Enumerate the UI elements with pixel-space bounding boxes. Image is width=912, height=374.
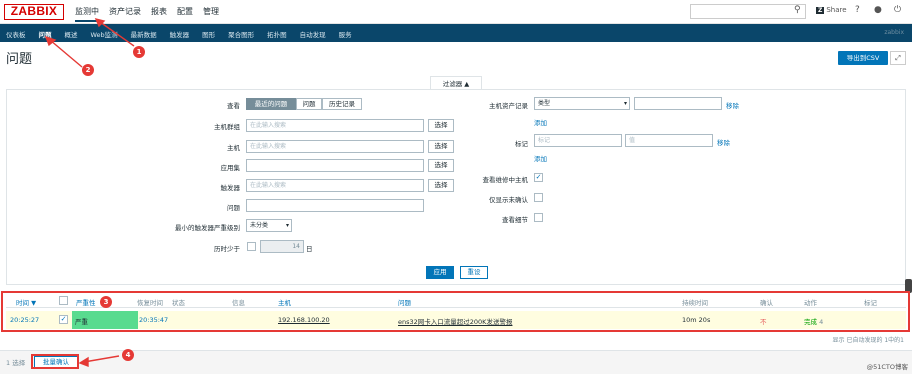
share-link[interactable]: Z Share [816,6,847,14]
submenu-triggers[interactable]: 触发器 [170,29,190,39]
show-maintenance-checkbox[interactable]: ✓ [534,173,543,182]
view-history[interactable]: 历史记录 [322,98,362,110]
annotation-box-button [31,354,79,369]
watermark: @51CTO博客 [866,363,908,371]
show-unack-label: 仅显示未确认 [489,196,528,204]
age-days-input[interactable]: 14 [260,240,304,253]
sub-menu-bar: 仪表板 问题 概述 Web监测 最新数据 触发器 图形 聚合图形 拓扑图 自动发… [0,24,912,42]
fullscreen-icon[interactable]: ⤢ [890,51,906,65]
application-label: 应用集 [220,164,241,172]
top-bar: ZABBIX 监测中 资产记录 报表 配置 管理 ⚲ Z Share ? ● ⏻ [0,0,912,24]
show-details-checkbox[interactable] [534,213,543,222]
submenu-problems[interactable]: 问题 [39,29,52,39]
inventory-remove-link[interactable]: 移除 [726,100,739,110]
server-name: zabbix [884,29,904,36]
chevron-down-icon: ▾ [285,222,289,229]
zabbix-logo[interactable]: ZABBIX [4,4,64,20]
tag-add-link[interactable]: 添加 [534,153,547,163]
host-select-button[interactable]: 选择 [428,140,454,153]
submenu-services[interactable]: 服务 [339,29,352,39]
inventory-field-select[interactable]: 类型 ▾ [534,97,630,110]
menu-configuration[interactable]: 配置 [177,6,193,22]
chevron-down-icon: ▾ [623,100,627,107]
submenu-graphs[interactable]: 图形 [202,29,215,39]
annotation-box-row [1,291,910,332]
submenu-dashboard[interactable]: 仪表板 [6,29,26,39]
bottom-action-bar [0,350,912,374]
main-menu: 监测中 资产记录 报表 配置 管理 [75,6,219,22]
inventory-add-link[interactable]: 添加 [534,117,547,127]
submenu-maps[interactable]: 拓扑图 [267,29,287,39]
host-group-input[interactable]: 在此输入搜索 [246,119,424,132]
search-icon[interactable]: ⚲ [794,5,804,17]
trigger-input[interactable]: 在此输入搜索 [246,179,424,192]
show-details-label: 查看细节 [502,216,528,224]
age-label: 历时少于 [214,245,240,253]
min-severity-select[interactable]: 未分类 ▾ [246,219,292,232]
application-select-button[interactable]: 选择 [428,159,454,172]
host-input[interactable]: 在此输入搜索 [246,140,424,153]
sign-out-icon[interactable]: ⏻ [894,5,901,15]
trigger-select-button[interactable]: 选择 [428,179,454,192]
sub-menu: 仪表板 问题 概述 Web监测 最新数据 触发器 图形 聚合图形 拓扑图 自动发… [6,29,352,39]
min-severity-label: 最小的触发器严重级别 [175,224,240,232]
menu-inventory[interactable]: 资产记录 [109,6,141,22]
problem-label: 问题 [227,204,240,212]
reset-button[interactable]: 重设 [460,266,488,279]
view-problems[interactable]: 问题 [296,98,322,110]
submenu-latest-data[interactable]: 最新数据 [131,29,157,39]
host-inventory-label: 主机资产记录 [489,102,528,110]
user-profile-icon[interactable]: ● [874,5,882,15]
page-title: 问题 [6,52,33,67]
age-checkbox[interactable] [247,242,256,251]
menu-reports[interactable]: 报表 [151,6,167,22]
share-icon: Z [816,7,825,14]
apply-button[interactable]: 应用 [426,266,454,279]
submenu-discovery[interactable]: 自动发现 [300,29,326,39]
global-search-input[interactable] [690,4,806,19]
help-icon[interactable]: ? [855,5,860,15]
menu-administration[interactable]: 管理 [203,6,219,22]
selected-count: 1 选择 [6,359,26,367]
menu-monitoring[interactable]: 监测中 [75,6,99,22]
filter-toggle-tab[interactable]: 过滤器 ▲ [430,76,482,90]
tag-remove-link[interactable]: 移除 [717,137,730,147]
submenu-overview[interactable]: 概述 [65,29,78,39]
submenu-screens[interactable]: 聚合图形 [228,29,254,39]
annotation-marker-2: 2 [82,64,94,76]
trigger-label: 触发器 [220,184,241,192]
host-label: 主机 [227,144,240,152]
annotation-marker-1: 1 [133,46,145,58]
problem-input[interactable] [246,199,424,212]
show-maintenance-label: 查看维修中主机 [482,176,529,184]
submenu-web[interactable]: Web监测 [91,29,118,39]
show-unack-checkbox[interactable] [534,193,543,202]
annotation-marker-4: 4 [122,349,134,361]
filter-panel [6,89,906,285]
host-group-label: 主机群组 [214,123,240,131]
inventory-value-input[interactable] [634,97,722,110]
annotation-marker-3: 3 [100,296,112,308]
application-input[interactable] [246,159,424,172]
table-footer-info: 显示 已自动发现的 1中的1 [832,337,904,344]
export-csv-button[interactable]: 导出到CSV [838,51,888,65]
tag-name-input[interactable]: 标记 [534,134,622,147]
view-label: 查看 [227,102,240,110]
tags-label: 标记 [515,140,528,148]
tag-value-input[interactable]: 值 [625,134,713,147]
age-unit-label: 日 [306,245,313,253]
view-recent-problems[interactable]: 最近的问题 [246,98,296,110]
host-group-select-button[interactable]: 选择 [428,119,454,132]
